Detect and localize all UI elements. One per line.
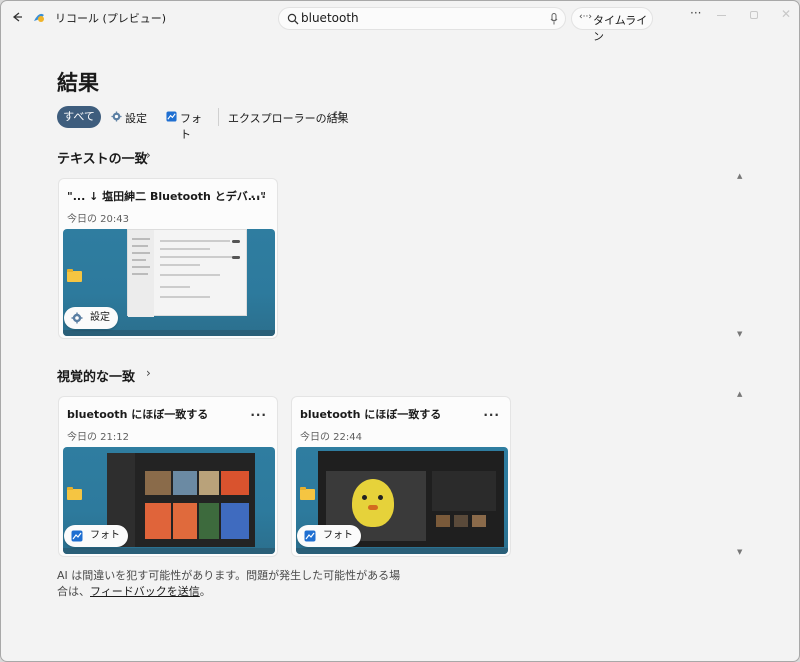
more-options-icon[interactable]: ··· bbox=[250, 190, 267, 204]
folder-icon bbox=[67, 269, 82, 282]
photos-icon bbox=[166, 111, 177, 122]
source-tag-settings[interactable]: 設定 bbox=[64, 307, 118, 329]
visual-match-heading[interactable]: 視覚的な一致 bbox=[57, 366, 135, 385]
source-tag-photos[interactable]: フォト bbox=[297, 525, 361, 547]
filter-settings-button[interactable]: 設定 bbox=[109, 106, 155, 128]
page-title: 結果 bbox=[57, 71, 99, 95]
scroll-down-icon[interactable]: ▼ bbox=[737, 548, 742, 556]
scroll-up-icon[interactable]: ▲ bbox=[737, 172, 742, 180]
card-title: bluetooth にほぼ一致する bbox=[300, 408, 442, 421]
external-link-icon[interactable] bbox=[334, 111, 342, 119]
more-options-icon[interactable]: ··· bbox=[250, 408, 267, 422]
search-box[interactable]: bluetooth bbox=[278, 7, 566, 30]
settings-window-preview bbox=[127, 229, 247, 317]
timeline-label: タイムライン bbox=[593, 14, 648, 43]
title-bar: リコール (プレビュー) bluetooth ‹··› タイムライン ··· ✕ bbox=[1, 1, 799, 43]
close-icon[interactable]: ✕ bbox=[781, 7, 791, 21]
chevron-right-icon[interactable]: › bbox=[146, 366, 151, 380]
chevron-right-icon[interactable]: › bbox=[146, 148, 151, 162]
more-options-icon[interactable]: ··· bbox=[690, 6, 701, 20]
minimize-icon[interactable] bbox=[717, 15, 726, 16]
filter-photos-label: フォト bbox=[180, 112, 202, 141]
text-match-card[interactable]: "... ↓ 塩田紳二 Bluetooth とデバ..." 今日の 20:43 … bbox=[58, 178, 278, 339]
filter-all-button[interactable]: すべて bbox=[57, 106, 101, 128]
app-title: リコール (プレビュー) bbox=[55, 12, 167, 25]
explorer-results-link[interactable]: エクスプローラーの結果 bbox=[228, 110, 349, 126]
visual-match-card-1[interactable]: bluetooth にほぼ一致する 今日の 21:12 ··· フォト bbox=[58, 396, 278, 557]
folder-icon bbox=[300, 487, 315, 500]
card-time: 今日の 21:12 bbox=[67, 432, 129, 443]
scroll-up-icon[interactable]: ▲ bbox=[737, 390, 742, 398]
card-title: bluetooth にほぼ一致する bbox=[67, 408, 209, 421]
card-time: 今日の 22:44 bbox=[300, 432, 362, 443]
scroll-down-icon[interactable]: ▼ bbox=[737, 330, 742, 338]
taskbar-preview bbox=[63, 548, 275, 554]
tag-label: フォト bbox=[323, 530, 353, 541]
tag-label: 設定 bbox=[90, 312, 110, 323]
microphone-icon[interactable] bbox=[550, 13, 558, 25]
taskbar-preview bbox=[63, 330, 275, 336]
timeline-icon: ‹··› bbox=[579, 12, 592, 22]
text-match-heading[interactable]: テキストの一致 bbox=[57, 148, 148, 167]
source-tag-photos[interactable]: フォト bbox=[64, 525, 128, 547]
ai-disclaimer: AI は間違いを犯す可能性があります。問題が発生した可能性がある場合は、フィード… bbox=[57, 568, 402, 600]
search-icon bbox=[287, 13, 299, 25]
filter-settings-label: 設定 bbox=[125, 112, 147, 125]
timeline-button[interactable]: ‹··› タイムライン bbox=[571, 7, 653, 43]
more-options-icon[interactable]: ··· bbox=[483, 408, 500, 422]
settings-gear-icon bbox=[111, 111, 122, 122]
recall-app-icon bbox=[34, 13, 44, 22]
search-input[interactable]: bluetooth bbox=[301, 11, 359, 25]
photos-icon bbox=[304, 530, 316, 542]
taskbar-preview bbox=[296, 548, 508, 554]
filter-divider bbox=[218, 108, 219, 126]
maximize-icon[interactable] bbox=[750, 11, 758, 19]
photos-icon bbox=[71, 530, 83, 542]
card-title: "... ↓ 塩田紳二 Bluetooth とデバ..." bbox=[67, 190, 266, 203]
recall-window: リコール (プレビュー) bluetooth ‹··› タイムライン ··· ✕… bbox=[0, 0, 800, 662]
settings-gear-icon bbox=[71, 312, 83, 324]
visual-match-card-2[interactable]: bluetooth にほぼ一致する 今日の 22:44 ··· フォト bbox=[291, 396, 511, 557]
back-arrow-icon[interactable] bbox=[10, 10, 24, 24]
feedback-link[interactable]: フィードバックを送信 bbox=[90, 585, 200, 598]
filter-photos-button[interactable]: フォト bbox=[164, 106, 212, 141]
card-time: 今日の 20:43 bbox=[67, 214, 129, 225]
folder-icon bbox=[67, 487, 82, 500]
tag-label: フォト bbox=[90, 530, 120, 541]
disclaimer-suffix: 。 bbox=[199, 585, 211, 598]
photos-window-preview bbox=[107, 453, 255, 547]
